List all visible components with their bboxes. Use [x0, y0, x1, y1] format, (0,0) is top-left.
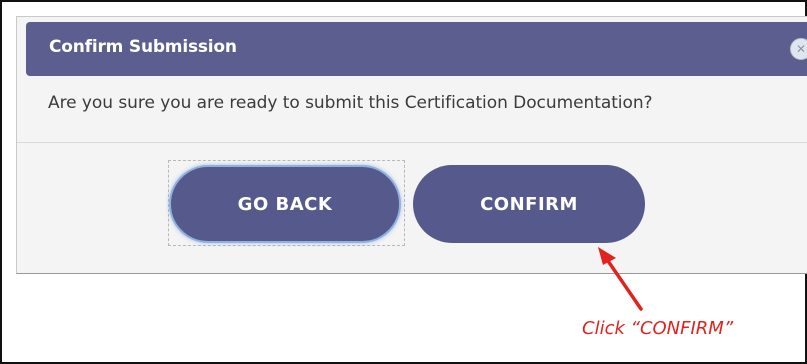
- confirm-button[interactable]: CONFIRM: [413, 165, 645, 243]
- dialog-divider: [17, 142, 807, 143]
- screenshot-frame: Confirm Submission ✕ Are you sure you ar…: [0, 0, 807, 364]
- dialog-title-bar: Confirm Submission ✕: [26, 22, 807, 76]
- confirm-dialog: Confirm Submission ✕ Are you sure you ar…: [16, 16, 807, 274]
- annotation-label: Click “CONFIRM”: [582, 318, 734, 339]
- dialog-message: Are you sure you are ready to submit thi…: [48, 93, 653, 113]
- dialog-title: Confirm Submission: [49, 37, 237, 57]
- go-back-button[interactable]: GO BACK: [169, 165, 401, 243]
- close-icon[interactable]: ✕: [790, 38, 807, 60]
